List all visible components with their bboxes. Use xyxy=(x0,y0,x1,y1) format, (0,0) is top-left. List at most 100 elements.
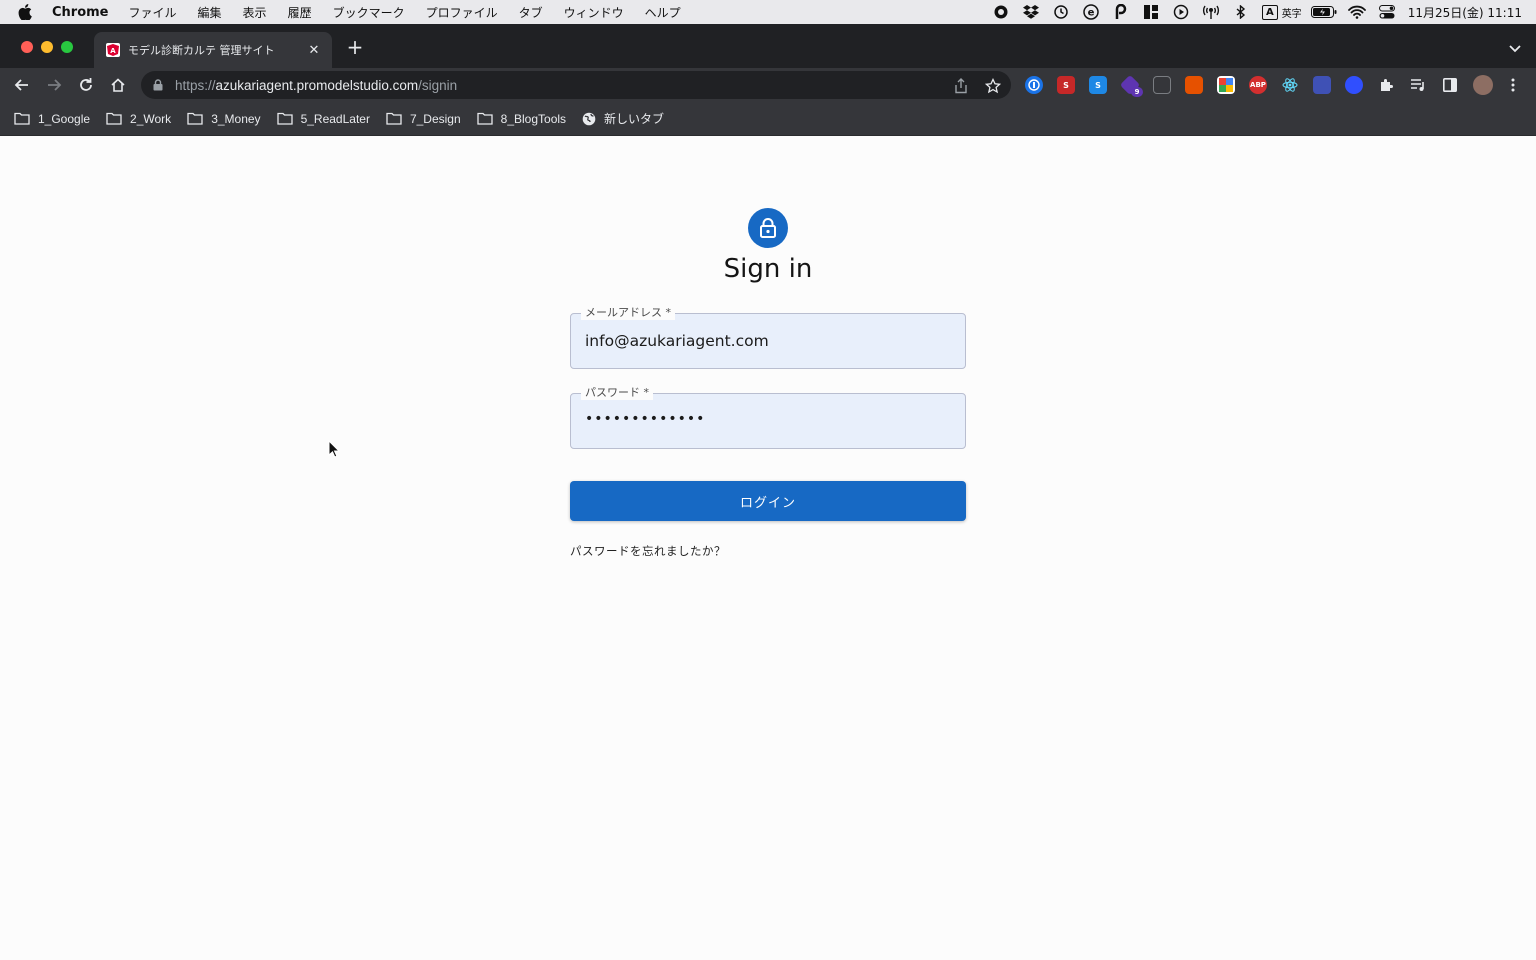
home-icon[interactable] xyxy=(108,75,128,95)
url-path: /signin xyxy=(418,77,458,93)
menu-tab[interactable]: タブ xyxy=(519,4,543,21)
window-minimize-button[interactable] xyxy=(41,41,53,53)
react-devtools-extension-icon[interactable] xyxy=(1281,76,1299,94)
back-arrow-icon[interactable] xyxy=(12,75,32,95)
favicon-letter: A xyxy=(110,47,116,55)
bookmark-new-tab[interactable]: 新しいタブ xyxy=(582,110,664,127)
menu-profiles[interactable]: プロファイル xyxy=(426,4,498,21)
bookmark-label: 1_Google xyxy=(38,111,91,126)
email-field[interactable]: メールアドレス * xyxy=(570,306,966,369)
url-scheme: https:// xyxy=(175,77,216,93)
blue-circle-extension-icon[interactable] xyxy=(1345,76,1363,94)
menubar-tray: e A 英字 11月25日(金) 11:11 xyxy=(982,0,1522,24)
svg-text:e: e xyxy=(1088,8,1095,19)
extension-badge: 9 xyxy=(1131,87,1143,97)
chrome-toolbar: https://azukariagent.promodelstudio.com/… xyxy=(0,68,1536,102)
bookmark-label: 5_ReadLater xyxy=(300,111,370,126)
password-label: パスワード * xyxy=(581,386,653,400)
url-text: https://azukariagent.promodelstudio.com/… xyxy=(175,78,457,93)
s-extension-icon[interactable]: S xyxy=(1089,76,1107,94)
angular-favicon-icon: A xyxy=(106,43,120,57)
tab-title: モデル診断カルテ 管理サイト xyxy=(128,44,275,57)
tab-search-chevron-icon[interactable] xyxy=(1508,40,1522,54)
play-circle-icon[interactable] xyxy=(1170,4,1192,20)
bookmark-label: 7_Design xyxy=(409,111,461,126)
share-icon[interactable] xyxy=(953,78,969,94)
active-tab[interactable]: A モデル診断カルテ 管理サイト ✕ xyxy=(94,32,332,68)
time-machine-icon[interactable] xyxy=(1050,4,1072,20)
password-field[interactable]: パスワード * ••••••••••••• xyxy=(570,386,966,449)
control-center-icon[interactable] xyxy=(1376,4,1398,20)
menu-view[interactable]: 表示 xyxy=(243,4,267,21)
bookmark-label: 新しいタブ xyxy=(604,112,665,126)
page-title: Sign in xyxy=(723,254,813,284)
lock-icon[interactable] xyxy=(153,78,165,92)
email-input[interactable] xyxy=(585,332,945,350)
bookmark-label: 8_BlogTools xyxy=(500,111,567,126)
address-bar[interactable]: https://azukariagent.promodelstudio.com/… xyxy=(141,71,1011,99)
record-icon[interactable] xyxy=(990,4,1012,20)
apple-menu-icon[interactable] xyxy=(18,4,38,20)
p-pin-icon[interactable] xyxy=(1110,4,1132,20)
adblock-plus-extension-icon[interactable]: ABP xyxy=(1249,76,1267,94)
window-close-button[interactable] xyxy=(21,41,33,53)
media-queue-icon[interactable] xyxy=(1409,76,1427,94)
folder-icon xyxy=(14,112,30,125)
tab-close-icon[interactable]: ✕ xyxy=(306,43,322,58)
input-mode-box: A xyxy=(1261,4,1278,20)
clock-datetime[interactable]: 11月25日(金) 11:11 xyxy=(1408,4,1522,21)
globe-icon xyxy=(582,112,596,125)
bluetooth-icon[interactable] xyxy=(1230,4,1252,20)
antenna-icon[interactable] xyxy=(1200,4,1222,20)
1password-extension-icon[interactable] xyxy=(1025,76,1043,94)
window-extension-icon[interactable] xyxy=(1153,76,1171,94)
menu-file[interactable]: ファイル xyxy=(129,4,177,21)
bookmark-folder-3-money[interactable]: 3_Money xyxy=(187,111,261,126)
input-mode-label: 英字 xyxy=(1281,8,1302,20)
new-tab-icon[interactable]: + xyxy=(345,37,365,58)
bookmark-star-icon[interactable] xyxy=(985,78,1001,94)
url-host: azukariagent.promodelstudio.com xyxy=(215,77,419,93)
bookmark-folder-2-work[interactable]: 2_Work xyxy=(106,112,171,126)
battery-icon[interactable] xyxy=(1310,4,1338,20)
app-name-menu[interactable]: Chrome xyxy=(52,5,109,20)
chrome-menu-icon[interactable] xyxy=(1507,76,1519,94)
login-button[interactable]: ログイン xyxy=(570,481,966,521)
bookmark-folder-7-design[interactable]: 7_Design xyxy=(386,112,461,126)
bookmark-label: 3_Money xyxy=(211,111,261,126)
menu-history[interactable]: 履歴 xyxy=(288,4,312,21)
forgot-password-link[interactable]: パスワードを忘れましたか？ xyxy=(570,543,726,559)
menu-help[interactable]: ヘルプ xyxy=(645,4,681,21)
menu-bookmarks[interactable]: ブックマーク xyxy=(333,4,405,21)
lock-avatar xyxy=(748,208,788,248)
layout-grid-icon[interactable] xyxy=(1140,4,1162,20)
profile-avatar[interactable] xyxy=(1473,75,1493,95)
wifi-icon[interactable] xyxy=(1346,4,1368,20)
page-content: Sign in メールアドレス * パスワード * ••••••••••••• … xyxy=(0,136,1536,960)
menu-edit[interactable]: 編集 xyxy=(198,4,222,21)
bookmark-folder-1-google[interactable]: 1_Google xyxy=(14,112,90,126)
window-zoom-button[interactable] xyxy=(61,41,73,53)
orange-extension-icon[interactable] xyxy=(1185,76,1203,94)
folder-icon xyxy=(187,112,203,125)
bookmark-label: 2_Work xyxy=(130,111,172,126)
dropbox-icon[interactable] xyxy=(1020,4,1042,20)
blue-square-extension-icon[interactable] xyxy=(1313,76,1331,94)
e-circle-icon[interactable]: e xyxy=(1080,4,1102,20)
forward-arrow-icon[interactable] xyxy=(44,75,64,95)
bookmarks-bar: 1_Google 2_Work 3_Money 5_ReadLater 7_De… xyxy=(0,102,1536,136)
seo-extension-icon[interactable]: S xyxy=(1057,76,1075,94)
extensions-puzzle-icon[interactable] xyxy=(1377,76,1395,94)
folder-icon xyxy=(276,112,293,125)
side-panel-icon[interactable] xyxy=(1441,76,1459,94)
bookmark-folder-5-readlater[interactable]: 5_ReadLater xyxy=(276,111,370,126)
mouse-cursor-icon xyxy=(328,440,340,458)
folder-icon xyxy=(106,112,122,125)
google-extension-icon[interactable] xyxy=(1217,76,1235,94)
lock-outline-icon xyxy=(760,218,776,238)
bookmark-folder-8-blogtools[interactable]: 8_BlogTools xyxy=(477,112,566,126)
password-input[interactable]: ••••••••••••• xyxy=(585,411,945,427)
input-source-indicator[interactable]: A 英字 xyxy=(1261,4,1302,20)
menu-window[interactable]: ウィンドウ xyxy=(564,4,624,21)
reload-icon[interactable] xyxy=(76,75,96,95)
